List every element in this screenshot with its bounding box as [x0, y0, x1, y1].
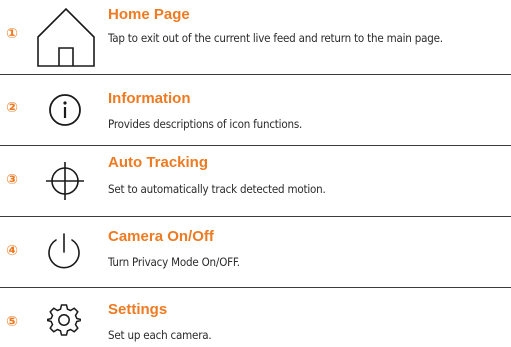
list-item-auto-tracking: ③ Auto Tracking Set to automatically tra… — [0, 146, 511, 216]
item-description: Tap to exit out of the current live feed… — [108, 31, 443, 45]
list-item-settings: ⑤ Settings Set up each camera. — [0, 288, 511, 347]
gear-icon — [47, 303, 81, 337]
item-title: Settings — [108, 301, 168, 318]
item-title: Camera On/Off — [108, 228, 214, 245]
item-number: ③ — [4, 172, 20, 188]
item-description: Provides descriptions of icon functions. — [108, 117, 303, 131]
item-title: Information — [108, 90, 191, 107]
crosshair-icon — [44, 160, 86, 202]
item-number: ④ — [4, 243, 20, 259]
item-title: Auto Tracking — [108, 154, 209, 171]
item-number: ① — [4, 26, 20, 42]
home-icon — [36, 6, 96, 68]
item-title: Home Page — [108, 6, 190, 23]
item-description: Set up each camera. — [108, 328, 212, 342]
list-item-home-page: ① Home Page Tap to exit out of the curre… — [0, 0, 511, 72]
info-icon — [48, 93, 82, 127]
item-number: ② — [4, 100, 20, 116]
power-icon — [44, 231, 84, 273]
list-item-information: ② Information Provides descriptions of i… — [0, 75, 511, 145]
item-description: Turn Privacy Mode On/OFF. — [108, 255, 240, 269]
item-description: Set to automatically track detected moti… — [108, 182, 326, 196]
list-item-camera-on-off: ④ Camera On/Off Turn Privacy Mode On/OFF… — [0, 217, 511, 287]
item-number: ⑤ — [4, 314, 20, 330]
